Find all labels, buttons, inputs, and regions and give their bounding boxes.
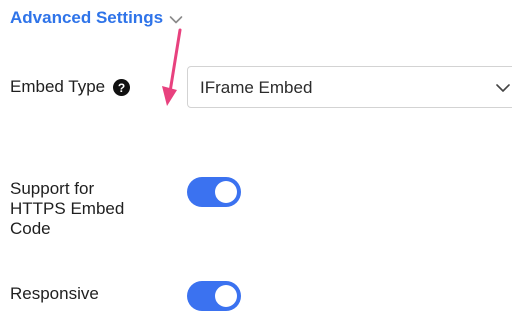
chevron-down-icon xyxy=(169,15,183,23)
embed-type-label-text: Embed Type xyxy=(10,77,106,96)
advanced-settings-toggle[interactable]: Advanced Settings xyxy=(10,8,183,28)
chevron-down-icon xyxy=(496,84,510,92)
responsive-label: Responsive xyxy=(10,284,99,303)
advanced-settings-panel: Advanced Settings Embed Type ? IFrame Em… xyxy=(0,0,512,311)
toggle-knob xyxy=(215,181,237,203)
question-circle-icon[interactable]: ? xyxy=(113,78,131,96)
https-support-toggle[interactable] xyxy=(187,177,241,207)
embed-type-selected-value: IFrame Embed xyxy=(200,78,313,97)
embed-type-label: Embed Type ? xyxy=(10,77,131,97)
svg-text:?: ? xyxy=(118,81,125,95)
arrow-down-icon xyxy=(162,28,182,106)
advanced-settings-title: Advanced Settings xyxy=(10,8,164,27)
responsive-toggle[interactable] xyxy=(187,281,241,311)
embed-type-select[interactable]: IFrame Embed xyxy=(187,66,512,108)
toggle-knob xyxy=(215,285,237,307)
https-support-label: Support for HTTPS Embed Code xyxy=(10,179,125,238)
